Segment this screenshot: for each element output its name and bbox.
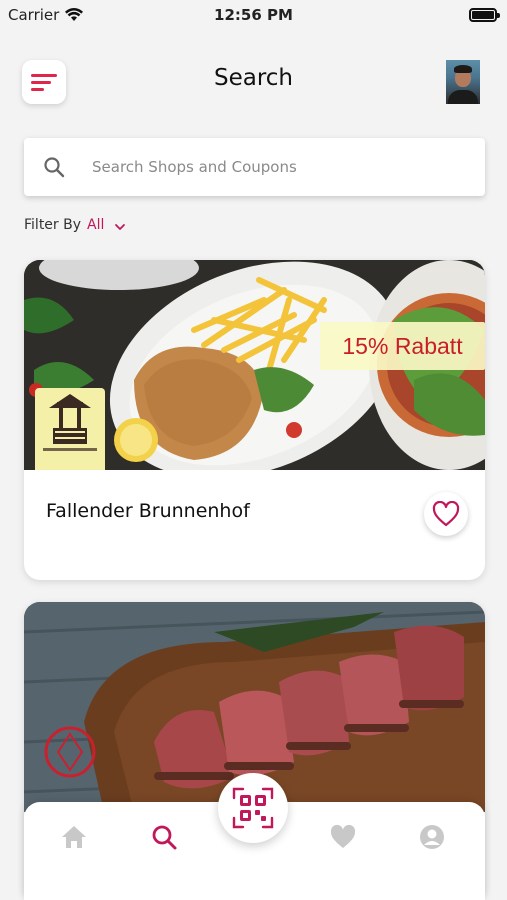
chevron-down-icon[interactable] xyxy=(114,221,126,233)
nav-home[interactable] xyxy=(58,822,90,852)
shop-logo xyxy=(35,388,105,470)
heart-icon xyxy=(330,824,356,848)
favorite-button[interactable] xyxy=(424,492,468,536)
search-bar xyxy=(24,138,485,196)
status-time: 12:56 PM xyxy=(214,6,293,24)
nav-favorites[interactable] xyxy=(327,822,359,852)
qr-code-icon xyxy=(232,787,274,829)
status-bar: Carrier 12:56 PM xyxy=(0,0,507,28)
shop-image: 15% Rabatt xyxy=(24,260,485,470)
nav-search[interactable] xyxy=(148,822,180,852)
search-icon xyxy=(152,825,177,850)
discount-badge: 15% Rabatt xyxy=(320,322,485,370)
page-title: Search xyxy=(213,65,294,91)
profile-icon xyxy=(420,825,444,849)
home-icon xyxy=(62,826,86,848)
shop-name: Fallender Brunnenhof xyxy=(46,500,250,522)
qr-scan-button[interactable] xyxy=(218,773,288,843)
battery-icon xyxy=(469,8,500,22)
filter-control[interactable]: Filter By All xyxy=(24,217,126,233)
header: Search xyxy=(0,50,507,110)
filter-label: Filter By xyxy=(24,217,82,233)
nav-profile[interactable] xyxy=(416,822,448,852)
shop-card[interactable]: 15% Rabatt Fallender Brunnenhof xyxy=(24,260,485,580)
filter-value[interactable]: All xyxy=(87,217,104,233)
search-input[interactable] xyxy=(92,138,472,196)
search-icon xyxy=(44,157,65,178)
avatar[interactable] xyxy=(446,60,480,104)
heart-outline-icon xyxy=(432,501,460,527)
